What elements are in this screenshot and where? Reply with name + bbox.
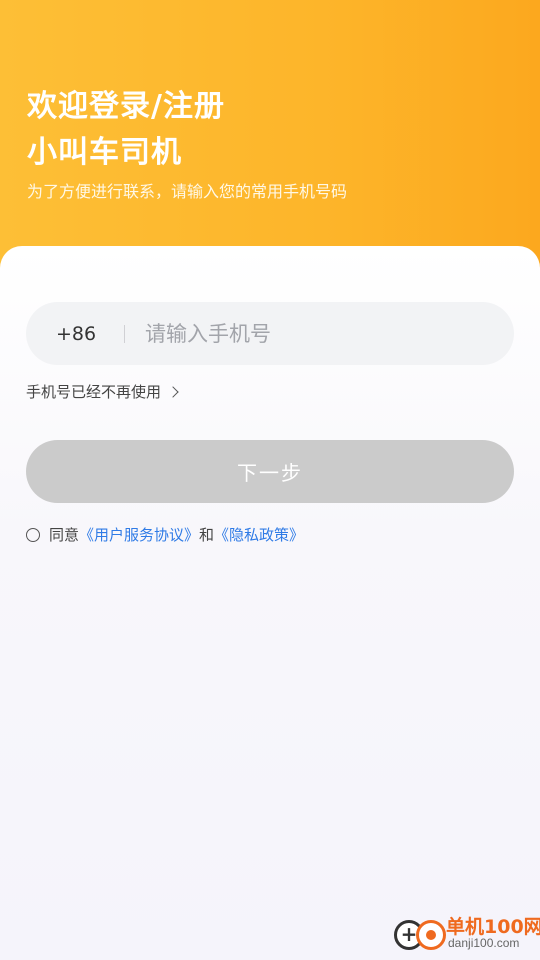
phone-no-longer-used-label: 手机号已经不再使用 <box>26 383 162 401</box>
privacy-policy-link[interactable]: 《隐私政策》 <box>214 524 304 546</box>
phone-number-input[interactable] <box>125 302 514 365</box>
chevron-right-icon <box>167 386 179 398</box>
phone-no-longer-used-link[interactable]: 手机号已经不再使用 <box>26 381 179 403</box>
watermark: + 单机100网 danji100.com <box>392 910 540 956</box>
phone-input-row: +86 <box>26 302 514 365</box>
user-agreement-link[interactable]: 《用户服务协议》 <box>79 524 199 546</box>
country-code-selector[interactable]: +86 <box>26 323 124 345</box>
watermark-domain: danji100.com <box>448 936 520 950</box>
agreement-conjunction: 和 <box>199 526 215 544</box>
watermark-name: 单机100网 <box>446 916 540 938</box>
agreement-prefix: 同意 <box>49 526 80 544</box>
page-title: 欢迎登录/注册 <box>27 89 225 124</box>
app-name: 小叫车司机 <box>27 135 182 170</box>
agreement-row: 同意 《用户服务协议》 和 《隐私政策》 <box>26 524 304 546</box>
watermark-logo-icon: + <box>392 914 448 954</box>
next-step-button[interactable]: 下一步 <box>26 440 514 503</box>
agreement-checkbox[interactable] <box>26 528 40 542</box>
page-subtitle: 为了方便进行联系，请输入您的常用手机号码 <box>27 182 348 201</box>
